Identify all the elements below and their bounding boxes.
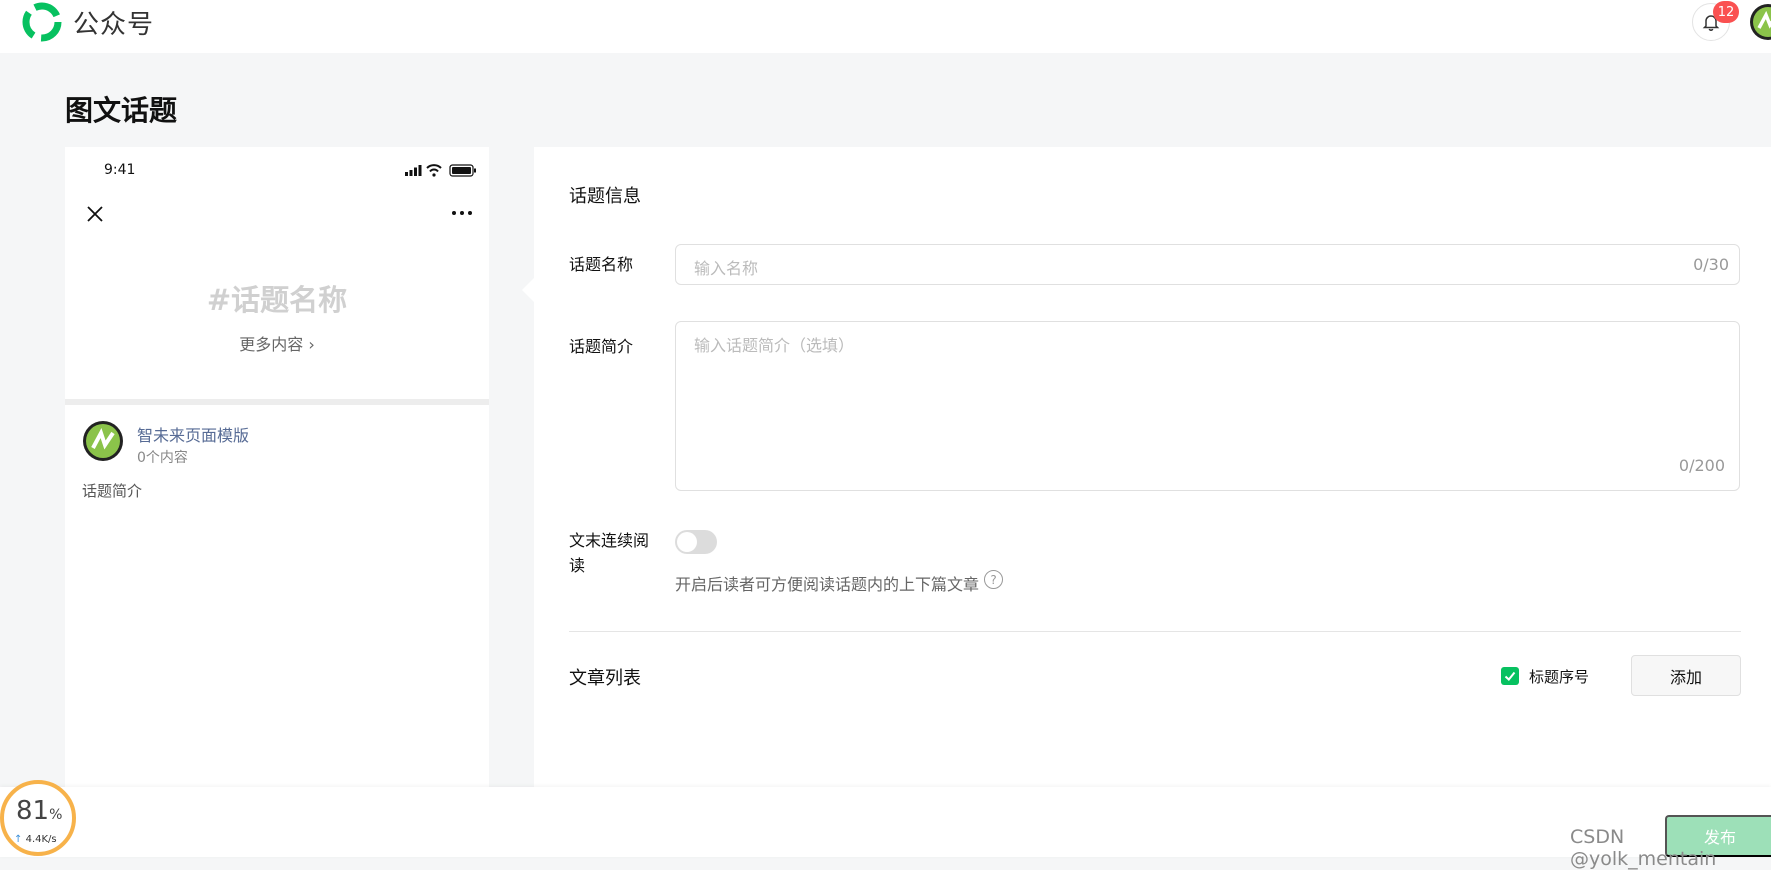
more-icon[interactable] [450,207,474,219]
article-list-title: 文章列表 [569,668,641,689]
topic-name-label: 话题名称 [569,255,634,274]
topic-intro-counter: 0/200 [1678,456,1725,475]
title-number-checkbox[interactable] [1501,667,1519,685]
continuous-reading-toggle[interactable] [675,530,717,554]
topic-name-input[interactable]: 输入名称 0/30 [675,244,1740,285]
brand-name[interactable]: 公众号 [73,4,154,41]
add-article-button[interactable]: 添加 [1631,655,1741,696]
topic-name-counter: 0/30 [1693,255,1729,274]
section-divider [569,631,1741,632]
network-speed-widget[interactable]: 81% ↑ 4.4K/s [0,780,76,856]
continuous-reading-hint: 开启后读者可方便阅读话题内的上下篇文章 [675,575,980,594]
page-title: 图文话题 [65,94,178,127]
user-avatar[interactable] [1749,3,1771,41]
wifi-icon [426,164,442,173]
signal-icon [405,165,422,176]
account-avatar [82,420,124,462]
topic-intro-preview: 话题简介 [82,482,143,500]
top-bar: 公众号 12 [0,0,1771,53]
topic-info-title: 话题信息 [569,186,641,207]
continuous-reading-label: 文末连续阅读 [569,531,650,575]
speed-rate: ↑ 4.4K/s [14,834,57,845]
avatar-logo-icon [1750,4,1771,40]
status-time: 9:41 [104,162,136,178]
topic-name-preview: #话题名称 [206,283,348,317]
bottom-bar [0,787,1771,857]
preview-divider [65,399,489,405]
toggle-knob [677,532,697,552]
topic-intro-textarea[interactable]: 输入话题简介（选填） 0/200 [675,321,1740,491]
notification-badge: 12 [1713,1,1739,23]
help-icon[interactable]: ? [984,570,1003,589]
status-icons [405,164,476,177]
battery-icon [449,164,476,177]
watermark: CSDN @yolk_mentain [1570,826,1717,870]
account-name[interactable]: 智未来页面模版 [137,422,249,446]
title-number-label[interactable]: 标题序号 [1529,666,1589,687]
topic-intro-placeholder: 输入话题简介（选填） [694,336,855,355]
close-icon[interactable] [84,203,106,225]
account-logo-icon [83,421,123,461]
content-count: 0个内容 [137,450,188,466]
topic-name-placeholder: 输入名称 [694,259,759,278]
speed-percent: 81% [16,796,63,826]
check-icon [1504,671,1516,681]
logo-icon[interactable] [22,2,62,42]
phone-preview: 9:41 #话题名称 更多内容 › 智未来页面模版 0个内容 话题简介 [65,147,489,787]
panel-pointer [522,278,534,302]
topic-intro-label: 话题简介 [569,337,634,356]
more-content-link[interactable]: 更多内容 › [65,331,489,355]
upload-arrow-icon: ↑ [14,834,23,845]
